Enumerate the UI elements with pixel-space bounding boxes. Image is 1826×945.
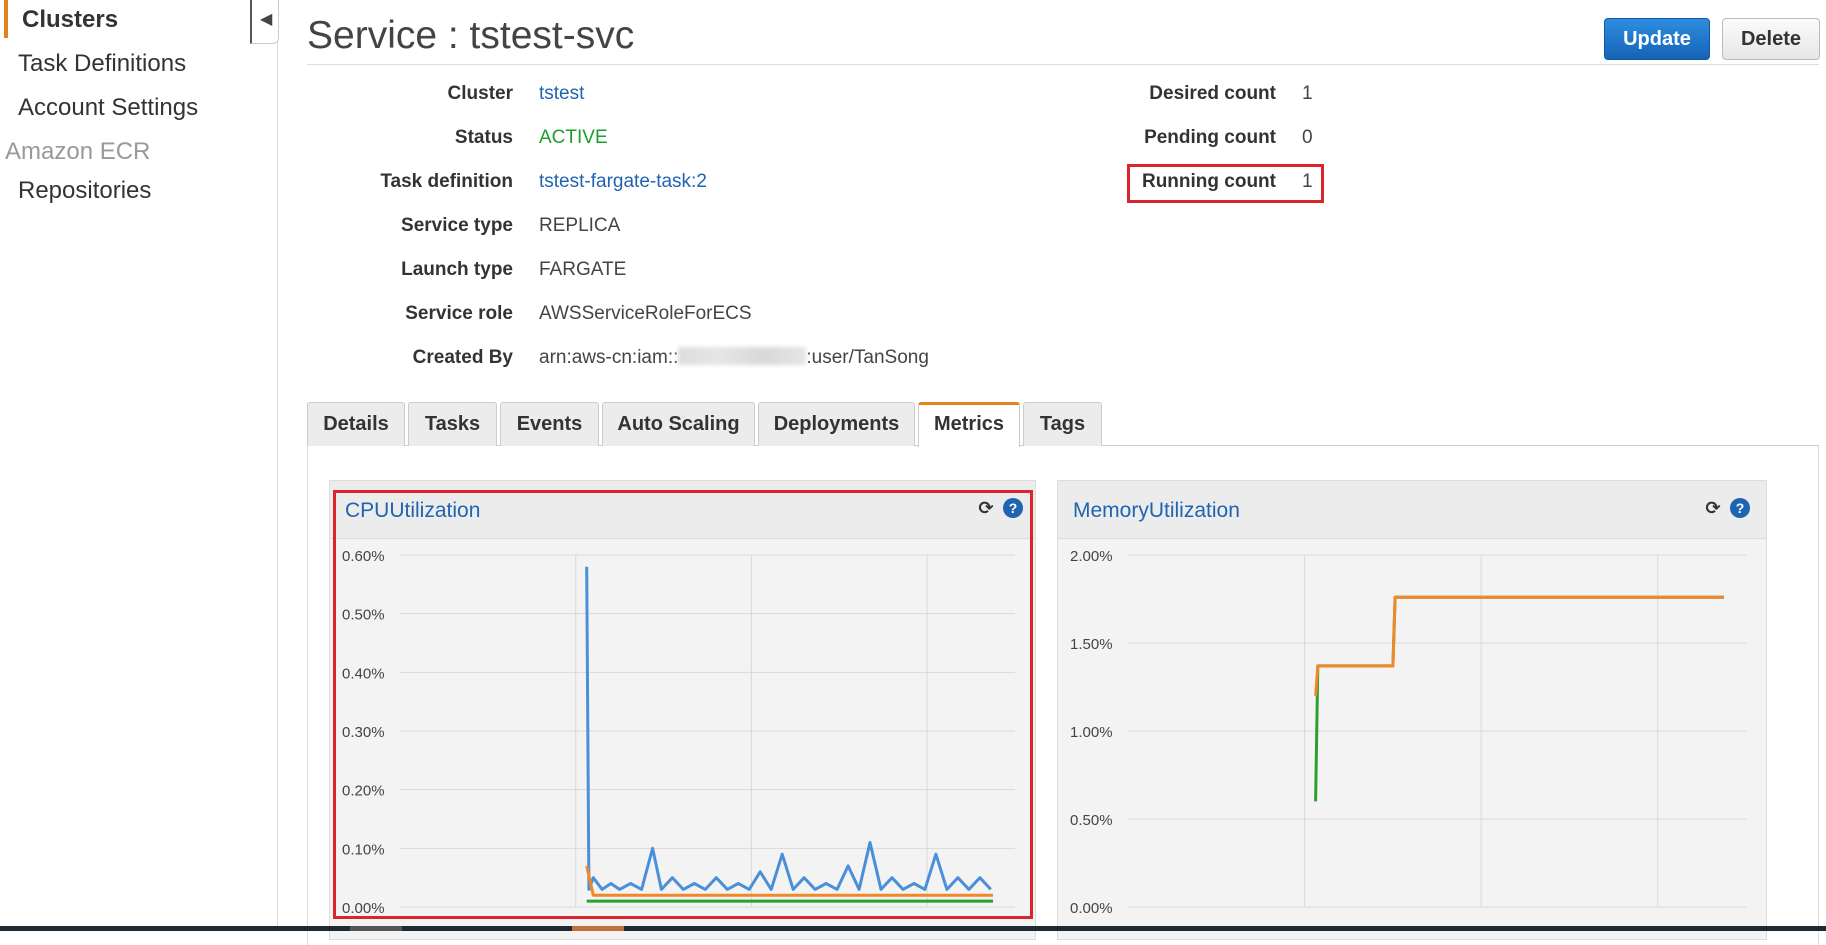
tab-auto-scaling[interactable]: Auto Scaling	[602, 402, 755, 446]
tab-events[interactable]: Events	[500, 402, 599, 446]
memory-chart-y-tick-label: 0.50%	[1070, 812, 1113, 829]
caret-left-icon: ◀	[260, 11, 273, 28]
tab-deployments[interactable]: Deployments	[758, 402, 915, 446]
created-by-arn-suffix: :user/TanSong	[806, 347, 929, 368]
update-button[interactable]: Update	[1604, 18, 1710, 60]
help-icon[interactable]: ?	[1730, 498, 1750, 518]
memory-widget-header: MemoryUtilization ⟳ ?	[1058, 481, 1766, 539]
tab-metrics[interactable]: Metrics	[918, 402, 1020, 447]
memory-utilization-widget: MemoryUtilization ⟳ ? 2.00% 1.50% 1.00% 0.5…	[1057, 480, 1767, 940]
sidebar-item-clusters[interactable]: Clusters	[22, 6, 118, 34]
taskbar	[0, 926, 1826, 931]
memory-chart-series-1	[1314, 595, 1724, 696]
pending-count-label: Pending count	[1144, 127, 1276, 148]
tab-details[interactable]: Details	[307, 402, 405, 446]
memory-chart-y-tick-label: 1.00%	[1070, 724, 1113, 741]
status-label: Status	[454, 127, 513, 148]
sidebar-section-amazon-ecr: Amazon ECR	[5, 138, 151, 165]
delete-button[interactable]: Delete	[1722, 18, 1820, 60]
title-divider	[307, 64, 1819, 65]
pending-count-value: 0	[1302, 127, 1313, 148]
desired-count-value: 1	[1302, 83, 1313, 104]
task-definition-link[interactable]: tstest-fargate-task:2	[539, 171, 707, 193]
sidebar-collapse-button[interactable]: ◀	[250, 0, 279, 44]
cpu-widget-highlight	[333, 490, 1033, 919]
service-role-label: Service role	[405, 303, 513, 324]
launch-type-label: Launch type	[401, 259, 513, 280]
active-indicator	[4, 0, 8, 38]
running-count-highlight	[1127, 164, 1324, 203]
memory-chart-y-tick-label: 2.00%	[1070, 548, 1113, 565]
page-title: Service : tstest-svc	[307, 14, 635, 57]
service-type-label: Service type	[401, 215, 513, 236]
created-by-value: arn:aws-cn:iam:::user/TanSong	[539, 347, 929, 369]
sidebar-item-task-definitions[interactable]: Task Definitions	[18, 50, 186, 78]
desired-count-label: Desired count	[1149, 83, 1276, 104]
created-by-arn-prefix: arn:aws-cn:iam::	[539, 347, 679, 368]
memory-chart: 2.00% 1.50% 1.00% 0.50% 0.00%	[1070, 548, 1746, 917]
tab-tags[interactable]: Tags	[1023, 402, 1102, 446]
sidebar-item-repositories[interactable]: Repositories	[18, 177, 151, 205]
sidebar-item-account-settings[interactable]: Account Settings	[18, 94, 198, 122]
cluster-label: Cluster	[447, 83, 513, 104]
status-value: ACTIVE	[539, 127, 608, 148]
memory-widget-title[interactable]: MemoryUtilization	[1073, 499, 1240, 523]
task-definition-label: Task definition	[380, 171, 513, 192]
tab-tasks[interactable]: Tasks	[408, 402, 497, 446]
sidebar: Clusters Task Definitions Account Settin…	[0, 0, 279, 931]
cluster-link[interactable]: tstest	[539, 83, 584, 105]
memory-chart-y-tick-label: 1.50%	[1070, 636, 1113, 653]
memory-chart-y-tick-label: 0.00%	[1070, 900, 1113, 917]
created-by-label: Created By	[412, 347, 513, 368]
redacted-account-id	[678, 347, 807, 365]
memory-chart-series-0	[1314, 595, 1724, 802]
service-type-value: REPLICA	[539, 215, 621, 236]
service-role-value: AWSServiceRoleForECS	[539, 303, 752, 324]
refresh-icon[interactable]: ⟳	[1703, 498, 1723, 518]
launch-type-value: FARGATE	[539, 259, 627, 280]
